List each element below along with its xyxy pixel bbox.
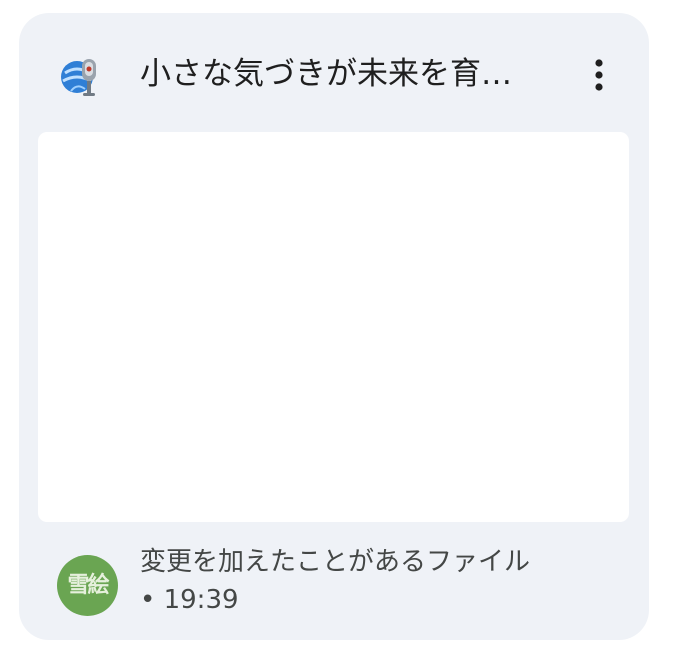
activity-reason: 変更を加えたことがあるファイル [140,547,531,577]
more-options-button[interactable] [575,51,623,99]
more-vert-icon [575,59,623,102]
activity-info: 変更を加えたことがあるファイル • 19:39 [140,543,620,619]
activity-timestamp: • 19:39 [140,585,239,615]
microphone-globe-icon [57,51,105,99]
file-card[interactable]: 小さな気づきが未来を育… 雪絵 変更を加えたことがあるファイル • 19:39 [19,13,649,640]
card-footer: 雪絵 変更を加えたことがあるファイル • 19:39 [19,533,649,633]
card-title: 小さな気づきが未来を育… [140,56,512,92]
card-header: 小さな気づきが未来を育… [19,13,649,131]
avatar: 雪絵 [57,555,118,616]
file-thumbnail[interactable] [38,132,629,522]
avatar-initials: 雪絵 [67,573,109,598]
